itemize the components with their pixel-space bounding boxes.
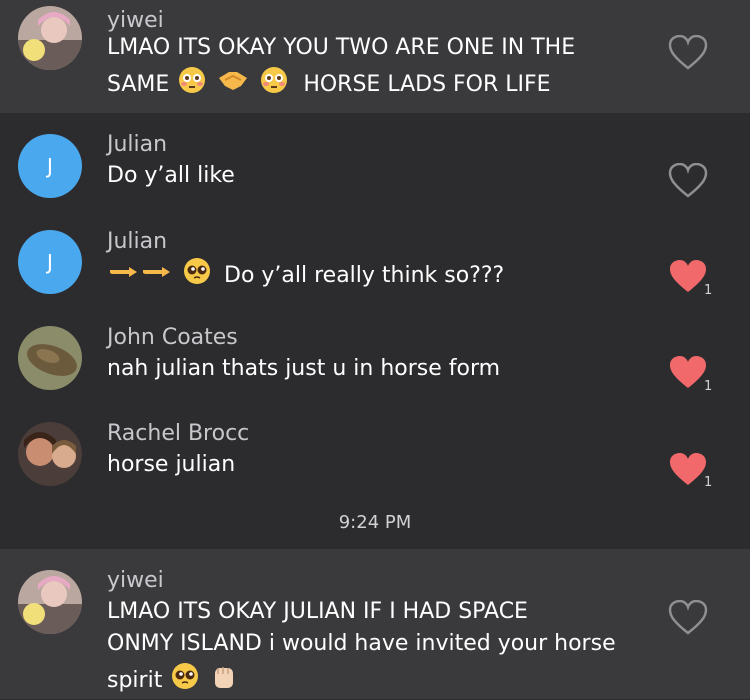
like-count: 1 bbox=[704, 379, 713, 394]
handshake-emoji bbox=[217, 66, 249, 104]
message-text-line: horse julian bbox=[107, 452, 236, 477]
message-text-segment: HORSE LADS FOR LIFE bbox=[303, 72, 551, 97]
message-text-line: LMAO ITS OKAY YOU TWO ARE ONE IN THE bbox=[107, 35, 576, 60]
like-count: 1 bbox=[704, 283, 713, 298]
avatar[interactable] bbox=[18, 422, 82, 486]
sender-name: yiwei bbox=[107, 8, 164, 33]
heart-icon[interactable] bbox=[668, 259, 708, 295]
message-text-line: Do y’all like bbox=[107, 163, 235, 188]
pointing-right-emoji bbox=[142, 260, 172, 292]
avatar[interactable] bbox=[18, 6, 82, 70]
avatar[interactable]: J bbox=[18, 134, 82, 198]
message-text-line: LMAO ITS OKAY JULIAN IF I HAD SPACE bbox=[107, 599, 528, 624]
sender-name: Julian bbox=[107, 132, 168, 157]
heart-icon[interactable] bbox=[668, 35, 708, 71]
flushed-face-emoji bbox=[260, 66, 288, 104]
message-text-segment: Do y’all really think so??? bbox=[224, 263, 505, 288]
sender-name: Rachel Brocc bbox=[107, 421, 250, 446]
pointing-right-emoji bbox=[109, 260, 139, 292]
pleading-face-emoji bbox=[171, 662, 199, 700]
avatar[interactable] bbox=[18, 570, 82, 634]
heart-icon[interactable] bbox=[668, 163, 708, 199]
message-text-line: spirit bbox=[107, 662, 240, 700]
heart-icon[interactable] bbox=[668, 600, 708, 636]
flushed-face-emoji bbox=[178, 66, 206, 104]
sender-name: John Coates bbox=[107, 325, 238, 350]
message-text-line: nah julian thats just u in horse form bbox=[107, 356, 501, 381]
like-count: 1 bbox=[704, 475, 713, 490]
message-text-segment: SAME bbox=[107, 72, 170, 97]
timestamp: 9:24 PM bbox=[338, 512, 412, 533]
message-text-line: ONMY ISLAND i would have invited your ho… bbox=[107, 631, 616, 656]
sender-name: Julian bbox=[107, 229, 168, 254]
message-text-segment: spirit bbox=[107, 668, 163, 693]
heart-icon[interactable] bbox=[668, 452, 708, 488]
message-text-line: Do y’all really think so??? bbox=[107, 257, 504, 295]
message-text-line: SAME HORSE LADS FOR LIFE bbox=[107, 66, 551, 104]
sender-name: yiwei bbox=[107, 568, 164, 593]
pleading-face-emoji bbox=[183, 257, 211, 295]
heart-icon[interactable] bbox=[668, 355, 708, 391]
avatar[interactable] bbox=[18, 326, 82, 390]
avatar[interactable]: J bbox=[18, 230, 82, 294]
raised-fist-emoji bbox=[210, 662, 238, 700]
